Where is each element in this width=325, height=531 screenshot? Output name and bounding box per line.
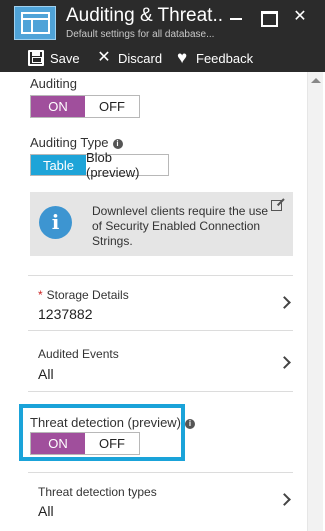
chevron-right-icon <box>278 356 291 369</box>
blade-header: Auditing & Threat... Default settings fo… <box>0 0 325 72</box>
auditing-type-label: Auditing Type i <box>30 135 123 150</box>
discard-button-label: Discard <box>118 50 163 66</box>
save-button-label: Save <box>50 50 80 66</box>
info-icon[interactable]: i <box>112 139 123 149</box>
scrollbar-up-icon[interactable] <box>311 78 321 83</box>
auditing-toggle[interactable]: ON OFF <box>30 95 140 118</box>
audited-events-value: All <box>38 366 54 382</box>
close-icon[interactable]: ✕ <box>291 8 309 26</box>
info-notice: i Downlevel clients require the use of S… <box>30 192 293 256</box>
auditing-type-table-option[interactable]: Table <box>31 155 86 175</box>
feedback-button-label: Feedback <box>196 50 254 66</box>
audited-events-label: Audited Events <box>38 347 119 361</box>
auditing-type-label-text: Auditing Type <box>30 135 109 150</box>
chevron-right-icon <box>278 493 291 506</box>
threat-detection-types-row[interactable]: Threat detection types All <box>28 473 293 531</box>
heart-icon: ♥ <box>176 48 188 67</box>
blade-subtitle: Default settings for all database... <box>66 29 215 40</box>
required-mark: * <box>38 288 43 302</box>
info-icon[interactable]: i <box>185 419 196 429</box>
divider <box>28 391 293 392</box>
feedback-button[interactable]: ♥ Feedback <box>174 48 253 68</box>
auditing-label: Auditing <box>30 76 77 91</box>
threat-detection-types-label: Threat detection types <box>38 485 157 499</box>
auditing-off-option[interactable]: OFF <box>85 96 139 117</box>
scrollbar[interactable] <box>307 72 323 531</box>
auditing-type-blob-option[interactable]: Blob (preview) <box>86 150 168 180</box>
auditing-type-toggle[interactable]: Table Blob (preview) <box>30 150 169 180</box>
save-button[interactable]: Save <box>28 48 80 68</box>
external-link-icon[interactable] <box>271 200 282 211</box>
maximize-icon[interactable] <box>259 8 278 27</box>
minimize-icon[interactable] <box>227 8 245 26</box>
close-icon: ✕ <box>97 49 111 66</box>
save-icon <box>28 50 44 66</box>
highlight-box <box>19 404 185 461</box>
blade-content: Auditing ON OFF Auditing Type i Table Blo… <box>0 72 325 531</box>
storage-details-label: * Storage Details <box>38 288 129 302</box>
storage-details-row[interactable]: * Storage Details 1237882 <box>28 276 293 330</box>
info-notice-text: Downlevel clients require the use of Sec… <box>92 204 269 248</box>
auditing-blade-icon <box>14 6 56 40</box>
command-bar: Save ✕ Discard ♥ Feedback <box>0 44 325 72</box>
storage-details-label-text: Storage Details <box>46 288 129 302</box>
info-circle-icon: i <box>39 206 72 239</box>
auditing-on-option[interactable]: ON <box>31 96 85 117</box>
blade-title: Auditing & Threat... <box>66 5 222 26</box>
audited-events-row[interactable]: Audited Events All <box>28 331 293 391</box>
chevron-right-icon <box>278 296 291 309</box>
storage-details-value: 1237882 <box>38 306 93 322</box>
threat-detection-types-value: All <box>38 503 54 519</box>
discard-button[interactable]: ✕ Discard <box>96 48 162 68</box>
